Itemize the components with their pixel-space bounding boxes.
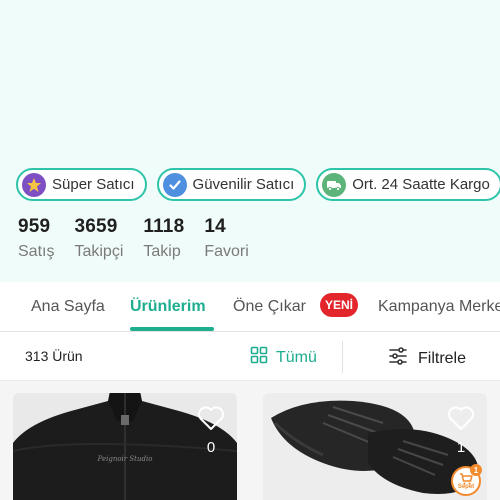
badge-fast-shipping[interactable]: Ort. 24 Saatte Kargo [316,168,500,201]
truck-icon [322,172,347,197]
store-tabs: Ana Sayfa Ürünlerim Öne Çıkar Kampanya M… [0,282,500,332]
category-all-button[interactable]: Tümü [250,346,317,369]
svg-text:Peignoir Studio: Peignoir Studio [97,455,153,463]
badge-super-seller[interactable]: Süper Satıcı [16,168,147,201]
grid-icon [250,346,268,369]
divider [342,341,343,373]
tab-products[interactable]: Ürünlerim [130,298,206,316]
tab-home[interactable]: Ana Sayfa [31,298,105,316]
filter-label: Filtrele [418,349,467,367]
filter-button[interactable]: Filtrele [388,346,466,371]
stat-following[interactable]: 1118 Takip [143,216,184,261]
stat-value: 3659 [74,216,118,237]
category-all-label: Tümü [276,348,317,366]
badge-label: Güvenilir Satıcı [192,176,295,193]
store-stats: 959 Satış 3659 Takipçi 1118 Takip 14 Fav… [18,216,249,261]
heart-icon [198,406,224,430]
cart-label: Sepet [457,483,475,490]
heart-icon [448,406,474,430]
favorite-count: 0 [206,439,216,456]
stat-value: 959 [18,216,51,237]
stat-label: Satış [18,243,55,260]
tab-featured[interactable]: Öne Çıkar [233,298,306,316]
product-filter-bar: 313 Ürün Tümü Filtrele [0,333,500,380]
seller-badges: Süper Satıcı Güvenilir Satıcı Ort. 24 Sa… [16,168,500,201]
stat-followers[interactable]: 3659 Takipçi [74,216,123,261]
badge-trusted-seller[interactable]: Güvenilir Satıcı [156,168,307,201]
badge-label: Süper Satıcı [52,176,135,193]
stat-value: 14 [204,216,226,237]
favorite-button[interactable]: 0 [197,405,225,456]
stat-label: Takipçi [74,243,124,260]
stat-label: Takip [143,243,181,260]
sliders-icon [388,346,408,371]
badge-label: Ort. 24 Saatte Kargo [352,176,490,193]
product-card[interactable]: Peignoir Studio 0 [13,393,237,500]
cart-count-badge: 1 [470,464,482,476]
star-badge-icon [22,172,46,197]
favorite-count: 1 [456,439,466,456]
stat-sales: 959 Satış [18,216,54,261]
stat-favorites[interactable]: 14 Favori [204,216,248,261]
verified-check-icon [162,172,187,197]
product-count: 313 Ürün [25,348,83,364]
new-badge: YENİ [320,293,358,317]
stat-label: Favori [204,243,249,260]
tab-campaigns[interactable]: Kampanya Merkezi [378,298,500,316]
favorite-button[interactable]: 1 [447,405,475,456]
stat-value: 1118 [143,216,185,237]
active-tab-indicator [130,327,214,331]
